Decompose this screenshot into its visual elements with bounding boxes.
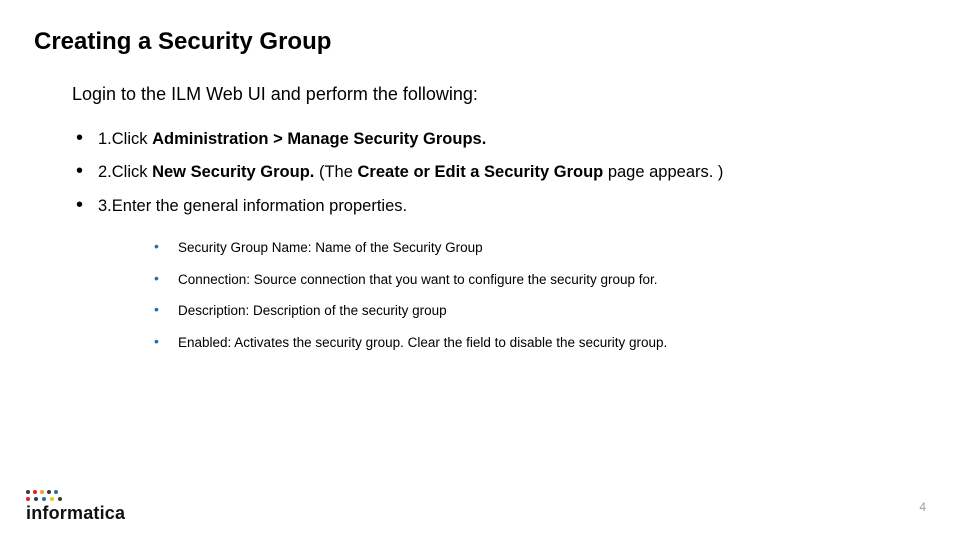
property-item: Enabled: Activates the security group. C… <box>154 334 926 352</box>
step-2-bold-2: Create or Edit a Security Group <box>358 163 604 181</box>
step-3-text: 3.Enter the general information properti… <box>98 197 407 215</box>
logo-dot-icon <box>54 490 58 494</box>
step-1-prefix: 1.Click <box>98 130 152 148</box>
logo-dot-icon <box>34 497 38 501</box>
logo-dot-icon <box>42 497 46 501</box>
logo-dot-icon <box>47 490 51 494</box>
page-number: 4 <box>919 500 926 514</box>
slide: Creating a Security Group Login to the I… <box>0 0 960 540</box>
intro-text: Login to the ILM Web UI and perform the … <box>72 84 926 105</box>
property-item: Description: Description of the security… <box>154 302 926 320</box>
logo-dot-icon <box>40 490 44 494</box>
logo-dot-icon <box>58 497 62 501</box>
page-title: Creating a Security Group <box>34 28 926 56</box>
logo-dot-icon <box>26 490 30 494</box>
property-list: Security Group Name: Name of the Securit… <box>154 239 926 351</box>
logo-dots-row-1 <box>26 490 125 494</box>
step-2-suffix: page appears. ) <box>603 163 723 181</box>
informatica-logo: informatica <box>26 490 125 524</box>
logo-dot-icon <box>26 497 30 501</box>
property-item: Security Group Name: Name of the Securit… <box>154 239 926 257</box>
step-list: 1.Click Administration > Manage Security… <box>76 129 926 352</box>
step-3: 3.Enter the general information properti… <box>76 196 926 352</box>
step-2-mid: (The <box>314 163 357 181</box>
logo-dot-icon <box>50 497 54 501</box>
logo-dots-row-2 <box>26 497 125 501</box>
step-2-prefix: 2.Click <box>98 163 152 181</box>
step-2-bold-1: New Security Group. <box>152 163 314 181</box>
step-2: 2.Click New Security Group. (The Create … <box>76 162 926 183</box>
property-item: Connection: Source connection that you w… <box>154 271 926 289</box>
logo-dot-icon <box>33 490 37 494</box>
logo-wordmark: informatica <box>26 503 125 524</box>
step-1-bold: Administration > Manage Security Groups. <box>152 130 486 148</box>
step-1: 1.Click Administration > Manage Security… <box>76 129 926 150</box>
